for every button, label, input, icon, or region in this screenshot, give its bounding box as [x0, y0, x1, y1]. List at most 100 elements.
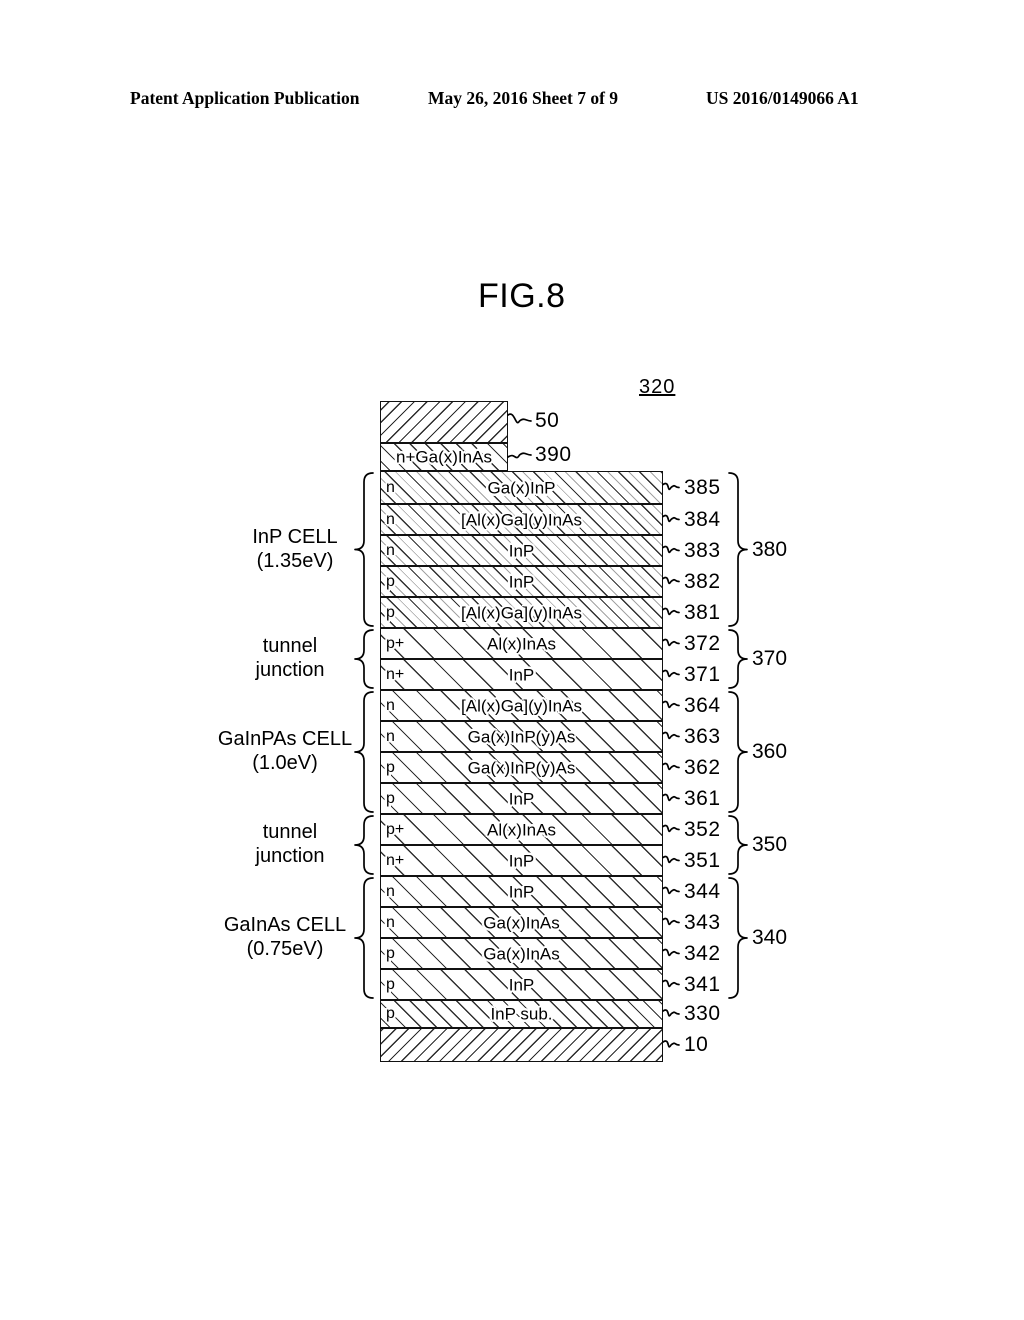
layer-381: p [Al(x)Ga](y)InAs — [380, 597, 663, 628]
reference-number-344: 344 — [684, 879, 721, 903]
reference-number-362: 362 — [684, 755, 721, 779]
layer-material-352: Al(x)InAs — [487, 820, 556, 839]
layer-50 — [380, 401, 508, 443]
leader-line-381 — [662, 607, 680, 616]
leader-line-390 — [507, 452, 532, 459]
cell-label-4: GaInAs CELL (0.75eV) — [175, 913, 395, 962]
leader-line-351 — [662, 855, 680, 864]
layer-390: n+Ga(x)InAs — [380, 443, 508, 471]
reference-number-341: 341 — [684, 972, 721, 996]
layer-382: p InP — [380, 566, 663, 597]
leader-line-371 — [662, 669, 680, 678]
cell-label-2: GaInPAs CELL (1.0eV) — [175, 727, 395, 776]
hatch-pattern-icon — [381, 402, 507, 442]
leader-line-10 — [662, 1040, 680, 1048]
leader-line-382 — [662, 576, 680, 585]
group-brace-380 — [728, 472, 748, 627]
layer-material-384: [Al(x)Ga](y)InAs — [461, 510, 582, 529]
leader-line-344 — [662, 886, 680, 895]
layer-384: n [Al(x)Ga](y)InAs — [380, 504, 663, 535]
layer-material-343: Ga(x)InAs — [483, 913, 560, 932]
layer-342: p Ga(x)InAs — [380, 938, 663, 969]
layer-material-383: InP — [508, 541, 535, 560]
layer-material-381: [Al(x)Ga](y)InAs — [461, 603, 582, 622]
leader-line-385 — [662, 482, 680, 491]
reference-number-342: 342 — [684, 941, 721, 965]
cell-label-detail-1: junction — [255, 659, 325, 682]
cell-label-0: InP CELL (1.35eV) — [185, 525, 405, 574]
leader-line-362 — [662, 762, 680, 771]
layer-352: p+ Al(x)InAs — [380, 814, 663, 845]
group-brace-340 — [728, 877, 748, 999]
group-number-370: 370 — [752, 647, 788, 670]
layer-material-364: [Al(x)Ga](y)InAs — [461, 696, 582, 715]
leader-line-384 — [662, 514, 680, 523]
layer-material-342: Ga(x)InAs — [483, 944, 560, 963]
leader-line-372 — [662, 638, 680, 647]
cell-label-detail-0: (1.35eV) — [256, 549, 334, 572]
cell-label-name-4: GaInAs CELL — [223, 914, 347, 936]
reference-number-363: 363 — [684, 724, 721, 748]
layer-material-362: Ga(x)InP(y)As — [467, 758, 576, 777]
reference-number-383: 383 — [684, 538, 721, 562]
layer-material-382: InP — [508, 572, 535, 591]
reference-number-343: 343 — [684, 910, 721, 934]
group-number-360: 360 — [752, 740, 788, 763]
group-number-380: 380 — [752, 537, 788, 561]
layer-341: p InP — [380, 969, 663, 1000]
hatch-pattern-icon — [381, 1029, 662, 1061]
leader-line-50 — [507, 413, 532, 424]
layer-364: n [Al(x)Ga](y)InAs — [380, 690, 663, 721]
layer-371: n+ InP — [380, 659, 663, 690]
layer-material-390: n+Ga(x)InAs — [396, 447, 492, 467]
layer-material-351: InP — [508, 851, 535, 870]
group-brace-360 — [728, 691, 748, 813]
layer-344: n InP — [380, 876, 663, 907]
layer-383: n InP — [380, 535, 663, 566]
reference-number-385: 385 — [684, 475, 721, 499]
layer-material-385: Ga(x)InP — [487, 478, 556, 497]
cell-label-1: tunnel junction — [180, 634, 400, 683]
layer-343: n Ga(x)InAs — [380, 907, 663, 938]
cell-label-detail-2: (1.0eV) — [252, 752, 318, 775]
cell-label-name-3: tunnel — [262, 821, 318, 843]
leader-line-352 — [662, 824, 680, 833]
leader-line-383 — [662, 545, 680, 554]
layer-material-372: Al(x)InAs — [487, 634, 556, 653]
reference-number-330: 330 — [684, 1002, 721, 1025]
cell-label-3: tunnel junction — [180, 820, 400, 869]
leader-line-363 — [662, 731, 680, 740]
leader-line-342 — [662, 948, 680, 957]
layer-material-330: InP sub. — [490, 1004, 553, 1024]
layer-361: p InP — [380, 783, 663, 814]
reference-number-50: 50 — [535, 409, 560, 432]
reference-number-361: 361 — [684, 786, 721, 810]
reference-number-390: 390 — [535, 443, 572, 466]
layer-385: n Ga(x)InP — [380, 471, 663, 504]
reference-number-351: 351 — [684, 848, 721, 872]
layer-material-371: InP — [508, 665, 535, 684]
group-brace-350 — [728, 815, 748, 875]
reference-number-352: 352 — [684, 817, 721, 841]
layer-363: n Ga(x)InP(y)As — [380, 721, 663, 752]
group-number-340: 340 — [752, 926, 788, 949]
layer-material-361: InP — [508, 789, 535, 808]
layer-material-341: InP — [508, 975, 535, 994]
cell-label-name-0: InP CELL — [252, 525, 338, 548]
leader-line-361 — [662, 793, 680, 802]
reference-number-384: 384 — [684, 507, 721, 531]
reference-number-371: 371 — [684, 662, 721, 686]
leader-line-330 — [662, 1009, 680, 1017]
leader-line-343 — [662, 917, 680, 926]
layer-351: n+ InP — [380, 845, 663, 876]
leader-line-364 — [662, 700, 680, 709]
group-brace-370 — [728, 629, 748, 689]
reference-number-10: 10 — [684, 1033, 709, 1056]
layer-stack-diagram: n+Ga(x)InAs n Ga(x)InP n [Al(x)Ga](y)InAs n In… — [0, 0, 1024, 1320]
reference-number-372: 372 — [684, 631, 721, 655]
reference-number-364: 364 — [684, 693, 721, 717]
cell-label-detail-4: (0.75eV) — [246, 938, 324, 961]
cell-label-detail-3: junction — [255, 845, 325, 868]
layer-10 — [380, 1028, 663, 1062]
layer-material-363: Ga(x)InP(y)As — [467, 727, 576, 746]
